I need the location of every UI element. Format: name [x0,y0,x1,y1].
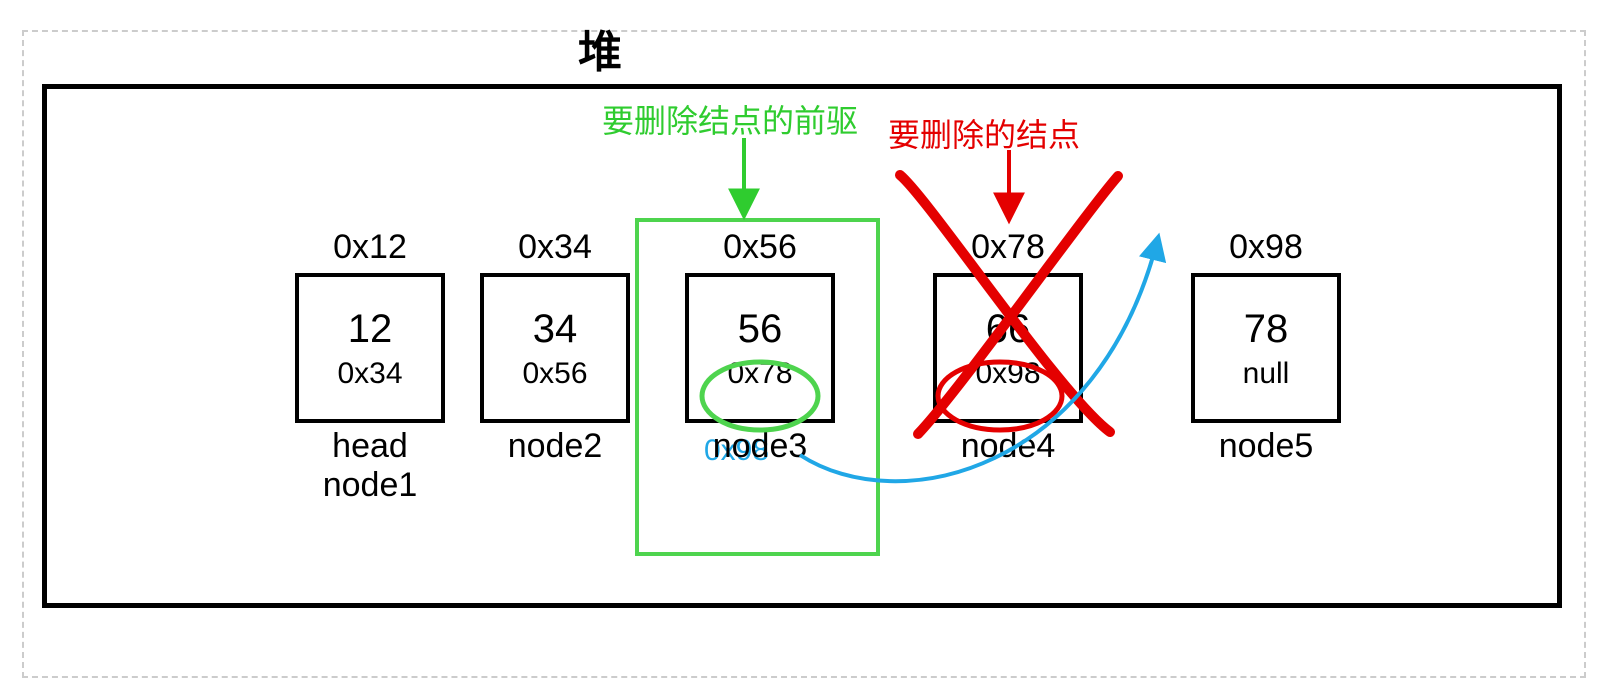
heap-title: 堆 [0,16,1200,80]
node1-label-0: head [270,427,470,466]
node2: 0x34 34 0x56 node2 [455,228,655,466]
node2-labels: node2 [455,427,655,466]
node3-addr: 0x56 [660,228,860,267]
node4-label-0: node4 [908,427,1108,466]
node5-label-0: node5 [1166,427,1366,466]
node4-cell: 66 0x98 [933,273,1083,423]
node1-cell: 12 0x34 [295,273,445,423]
node4: 0x78 66 0x98 node4 [908,228,1108,466]
node5-next: null [1243,357,1290,390]
node5-val: 78 [1244,307,1289,351]
diagram-canvas: 堆 要删除结点的前驱 要删除的结点 0x98 0x12 12 0x34 head… [0,0,1599,678]
node1-addr: 0x12 [270,228,470,267]
node3-val: 56 [738,307,783,351]
node5-labels: node5 [1166,427,1366,466]
node5: 0x98 78 null node5 [1166,228,1366,466]
predecessor-annotation: 要删除结点的前驱 [602,96,858,142]
node3-cell: 56 0x78 [685,273,835,423]
node4-next: 0x98 [975,357,1040,390]
node3-next: 0x78 [727,357,792,390]
delete-annotation: 要删除的结点 [888,110,1080,156]
node5-cell: 78 null [1191,273,1341,423]
node4-labels: node4 [908,427,1108,466]
node1-val: 12 [348,307,393,351]
node2-next: 0x56 [522,357,587,390]
node2-cell: 34 0x56 [480,273,630,423]
node2-addr: 0x34 [455,228,655,267]
node4-addr: 0x78 [908,228,1108,267]
node3-labels: node3 [660,427,860,466]
node3: 0x56 56 0x78 node3 [660,228,860,466]
node1-label-1: node1 [270,466,470,505]
node1-labels: head node1 [270,427,470,505]
node2-label-0: node2 [455,427,655,466]
node2-val: 34 [533,307,578,351]
node3-label-0: node3 [660,427,860,466]
node1: 0x12 12 0x34 head node1 [270,228,470,505]
node1-next: 0x34 [337,357,402,390]
node4-val: 66 [986,307,1031,351]
node5-addr: 0x98 [1166,228,1366,267]
